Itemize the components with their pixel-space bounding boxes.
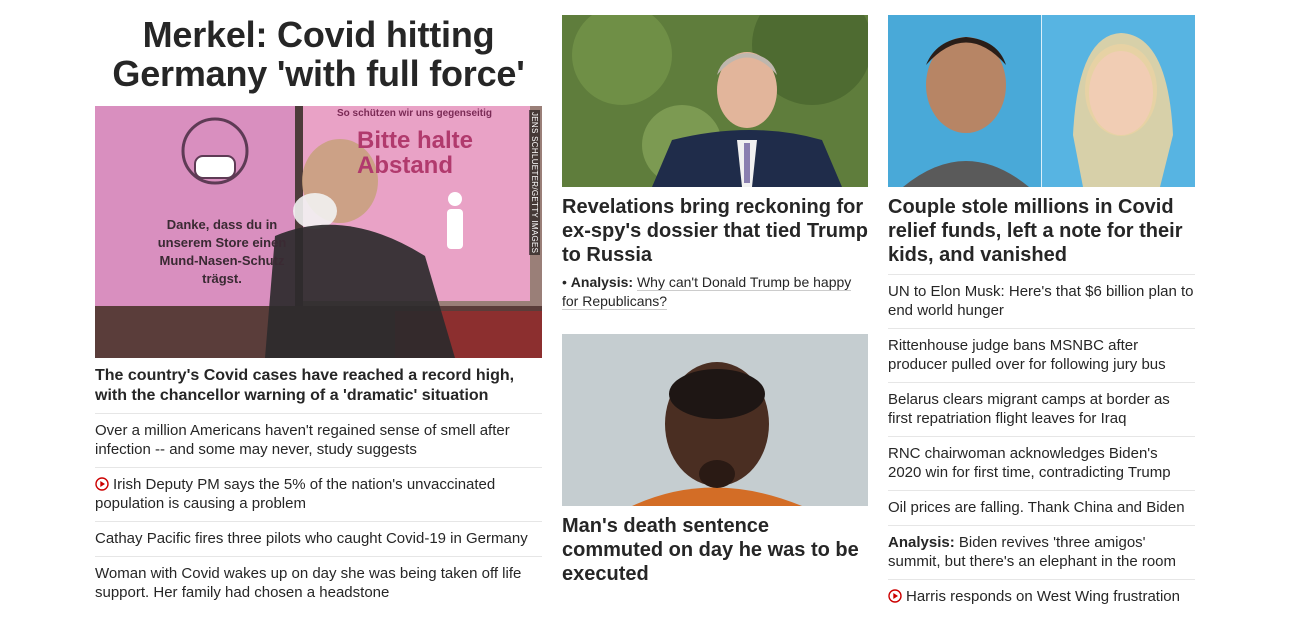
list-item[interactable]: Belarus clears migrant camps at border a… [888, 383, 1195, 437]
play-circle-icon [888, 589, 902, 603]
list-item-text: Irish Deputy PM says the 5% of the natio… [95, 476, 496, 512]
lead-image[interactable]: So schützen wir uns gegenseitig Bitte ha… [95, 106, 542, 358]
bullet: • [562, 274, 567, 290]
list-item[interactable]: Analysis: Biden revives 'three amigos' s… [888, 526, 1195, 580]
list-item-text: Rittenhouse judge bans MSNBC after produ… [888, 337, 1166, 373]
right-related-list: UN to Elon Musk: Here's that $6 billion … [888, 274, 1195, 614]
card3-image[interactable] [888, 15, 1195, 187]
lead-headline[interactable]: Merkel: Covid hitting Germany 'with full… [95, 15, 542, 93]
sign-big-text: Bitte halte Abstand [357, 127, 474, 179]
list-item[interactable]: Cathay Pacific fires three pilots who ca… [95, 522, 542, 557]
list-item[interactable]: Oil prices are falling. Thank China and … [888, 491, 1195, 526]
list-item[interactable]: Harris responds on West Wing frustration [888, 580, 1195, 614]
list-item-text: Cathay Pacific fires three pilots who ca… [95, 530, 528, 547]
sign-small-text: Danke, dass du in unserem Store einen Mu… [157, 217, 287, 286]
card3-title[interactable]: Couple stole millions in Covid relief fu… [888, 195, 1195, 267]
analysis-label: Analysis: [570, 274, 634, 290]
image-credit: JENS SCHLUETER/GETTY IMAGES [529, 110, 540, 256]
list-item-text: RNC chairwoman acknowledges Biden's 2020… [888, 445, 1171, 481]
sign-header-text: So schützen wir uns gegenseitig [337, 108, 493, 119]
card2-title[interactable]: Man's death sentence commuted on day he … [562, 514, 868, 586]
card1-photo [562, 15, 868, 187]
list-item-text: Belarus clears migrant camps at border a… [888, 391, 1170, 427]
analysis-label: Analysis: [888, 534, 955, 551]
play-circle-icon [95, 477, 109, 491]
list-item-text: Harris responds on West Wing frustration [906, 588, 1180, 605]
list-item[interactable]: RNC chairwoman acknowledges Biden's 2020… [888, 437, 1195, 491]
lead-related-list: Over a million Americans haven't regaine… [95, 414, 542, 610]
list-item[interactable]: Rittenhouse judge bans MSNBC after produ… [888, 329, 1195, 383]
card1-image[interactable] [562, 15, 868, 187]
right-column: Couple stole millions in Covid relief fu… [888, 0, 1195, 614]
list-item[interactable]: Woman with Covid wakes up on day she was… [95, 557, 542, 610]
lead-story-column: Merkel: Covid hitting Germany 'with full… [95, 0, 542, 610]
card2-photo [562, 334, 868, 506]
list-item[interactable]: Over a million Americans haven't regaine… [95, 414, 542, 468]
middle-column: Revelations bring reckoning for ex-spy's… [562, 0, 868, 586]
list-item-text: Oil prices are falling. Thank China and … [888, 499, 1185, 516]
list-item-text: Over a million Americans haven't regaine… [95, 422, 510, 458]
list-item[interactable]: UN to Elon Musk: Here's that $6 billion … [888, 275, 1195, 329]
list-item-text: UN to Elon Musk: Here's that $6 billion … [888, 283, 1194, 319]
lead-caption[interactable]: The country's Covid cases have reached a… [95, 366, 542, 414]
card2-image[interactable] [562, 334, 868, 506]
list-item[interactable]: Irish Deputy PM says the 5% of the natio… [95, 468, 542, 522]
list-item-text: Woman with Covid wakes up on day she was… [95, 565, 522, 601]
card1-analysis[interactable]: • Analysis: Why can't Donald Trump be ha… [562, 273, 868, 311]
card3-photo [888, 15, 1195, 187]
card1-title[interactable]: Revelations bring reckoning for ex-spy's… [562, 195, 868, 267]
